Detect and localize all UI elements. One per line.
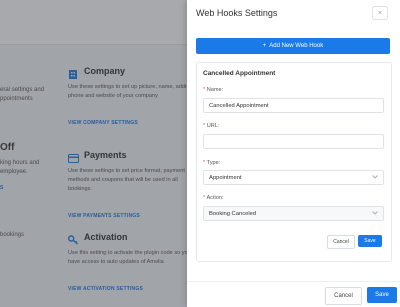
webhook-save-button[interactable]: Save (358, 235, 382, 247)
dialog-title: Web Hooks Settings (196, 8, 278, 18)
dialog-save-button[interactable]: Save (367, 287, 397, 303)
action-label-text: Action: (206, 195, 224, 201)
webhook-card: Cancelled Appointment * Name: Cancelled … (196, 62, 392, 262)
modal-backdrop[interactable] (0, 0, 187, 307)
webhook-card-title: Cancelled Appointment (203, 70, 276, 77)
close-button[interactable]: × (372, 6, 388, 20)
url-label-text: URL: (206, 123, 220, 129)
footer-divider (187, 281, 400, 282)
name-label-text: Name: (206, 87, 224, 93)
action-select-value: Booking Canceled (209, 210, 257, 217)
required-mark: * (203, 195, 206, 201)
action-label: * Action: (203, 195, 224, 201)
required-mark: * (203, 123, 206, 129)
name-field[interactable]: Cancelled Appointment (203, 98, 384, 113)
action-select[interactable]: Booking Canceled (203, 206, 384, 221)
add-new-web-hook-label: Add New Web Hook (269, 43, 324, 49)
url-label: * URL: (203, 123, 220, 129)
type-select[interactable]: Appointment (203, 170, 384, 185)
type-label-text: Type: (206, 160, 221, 166)
required-mark: * (203, 160, 206, 166)
dialog-header: Web Hooks Settings × (187, 0, 400, 26)
type-select-value: Appointment (209, 174, 242, 181)
name-label: * Name: (203, 87, 223, 93)
dialog-cancel-button[interactable]: Cancel (325, 287, 362, 305)
web-hooks-dialog: Web Hooks Settings × + Add New Web Hook … (187, 0, 400, 307)
add-new-web-hook-button[interactable]: + Add New Web Hook (196, 38, 390, 54)
type-label: * Type: (203, 160, 220, 166)
chevron-down-icon (372, 174, 378, 181)
required-mark: * (203, 87, 206, 93)
url-field[interactable] (203, 134, 384, 149)
name-field-value: Cancelled Appointment (209, 102, 269, 109)
webhook-cancel-button[interactable]: Cancel (327, 235, 355, 249)
close-icon: × (377, 9, 383, 17)
plus-icon: + (262, 43, 267, 49)
chevron-down-icon (372, 210, 378, 217)
